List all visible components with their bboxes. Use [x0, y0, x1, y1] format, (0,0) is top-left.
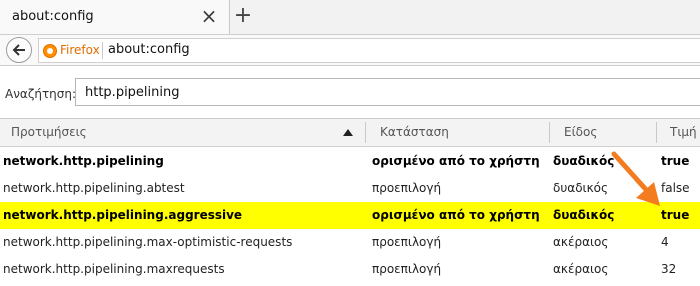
sort-ascending-icon [343, 129, 353, 136]
back-arrow-icon [12, 44, 25, 56]
table-row[interactable]: network.http.pipelining.max-optimistic-r… [0, 229, 700, 256]
back-button[interactable] [6, 37, 32, 63]
new-tab-icon[interactable]: + [233, 4, 253, 28]
pref-name: network.http.pipelining.maxrequests [3, 262, 225, 276]
pref-value: 4 [661, 235, 669, 249]
tab-title: about:config [12, 9, 94, 24]
table-header: Προτιμήσεις Κατάσταση Είδος Τιμή [0, 119, 700, 147]
annotation-arrow-icon [611, 151, 660, 206]
url-separator [102, 42, 103, 59]
search-label: Αναζήτηση: [5, 87, 77, 101]
pref-value: false [661, 181, 690, 195]
pref-name: network.http.pipelining [3, 154, 164, 168]
pref-type: ακέραιος [553, 262, 609, 276]
pref-status: προεπιλογή [372, 235, 442, 249]
tab-about-config[interactable]: about:config × [0, 0, 230, 34]
column-divider[interactable] [365, 122, 366, 143]
table-row[interactable]: network.http.pipelining.maxrequests προε… [0, 256, 700, 283]
column-header-value[interactable]: Τιμή [670, 119, 697, 146]
table-row[interactable]: network.http.pipelining ορισμένο από το … [0, 148, 700, 175]
pref-status: προεπιλογή [372, 262, 442, 276]
pref-name: network.http.pipelining.abtest [3, 181, 185, 195]
pref-status: ορισμένο από το χρήστη [372, 208, 540, 222]
pref-value: 32 [661, 262, 677, 276]
pref-value: true [661, 208, 690, 222]
column-divider[interactable] [656, 122, 657, 143]
column-header-status[interactable]: Κατάσταση [380, 119, 449, 146]
column-divider[interactable] [549, 122, 550, 143]
column-header-type[interactable]: Είδος [564, 119, 597, 146]
table-row[interactable]: network.http.pipelining.abtest προεπιλογ… [0, 175, 700, 202]
pref-type: ακέραιος [553, 235, 609, 249]
identity-label: Firefox [60, 43, 100, 57]
firefox-icon [43, 44, 57, 58]
url-text[interactable]: about:config [108, 42, 190, 57]
table-row-highlighted[interactable]: network.http.pipelining.aggressive ορισμ… [0, 202, 700, 229]
search-input[interactable] [75, 78, 700, 106]
pref-name: network.http.pipelining.aggressive [3, 208, 243, 222]
pref-status: ορισμένο από το χρήστη [372, 154, 540, 168]
column-header-name[interactable]: Προτιμήσεις [11, 119, 87, 146]
preferences-table: Προτιμήσεις Κατάσταση Είδος Τιμή network… [0, 118, 700, 286]
close-tab-icon[interactable]: × [199, 6, 219, 26]
pref-name: network.http.pipelining.max-optimistic-r… [3, 235, 293, 249]
pref-value: true [661, 154, 690, 168]
pref-status: προεπιλογή [372, 181, 442, 195]
nav-bar: Firefox about:config [0, 34, 700, 66]
tab-strip: about:config × + [0, 0, 700, 34]
url-bar[interactable]: Firefox about:config [38, 38, 700, 63]
